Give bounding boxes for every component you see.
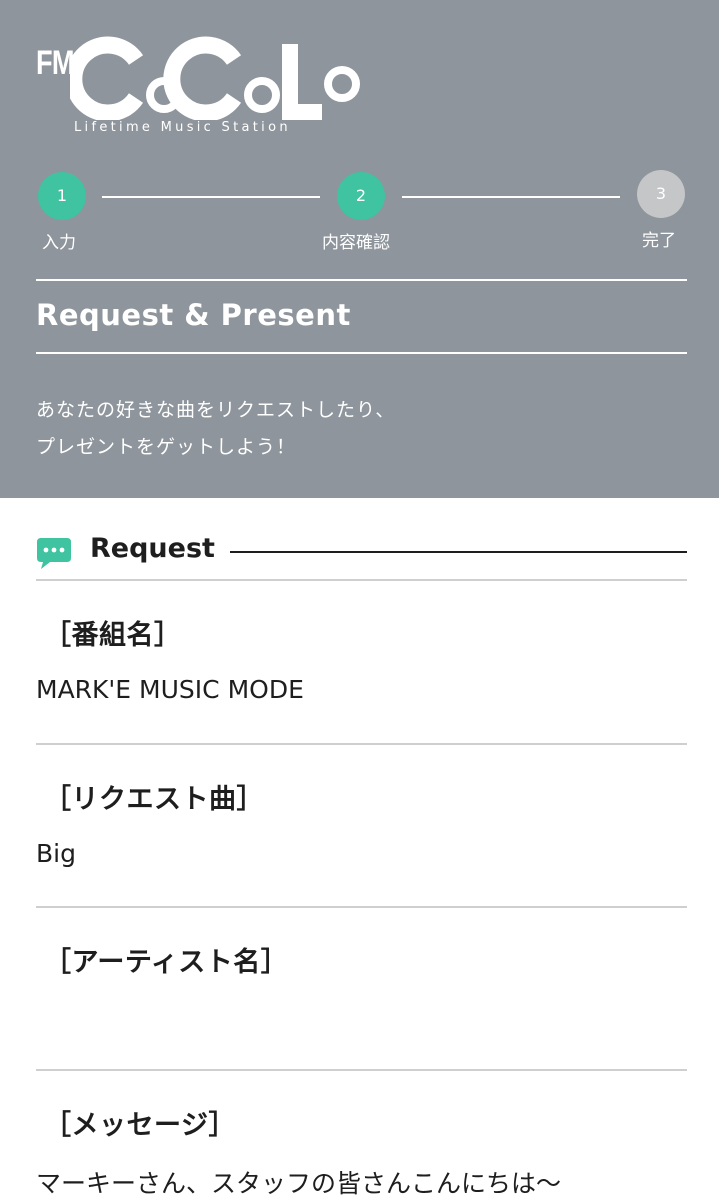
step-1-label: 入力 bbox=[42, 233, 76, 253]
step-3-label: 完了 bbox=[642, 231, 676, 251]
field-divider-4 bbox=[36, 1069, 687, 1071]
field-value-request-song: Big bbox=[36, 839, 76, 868]
field-label-request-song: ［リクエスト曲］ bbox=[44, 784, 264, 815]
description-line-1: あなたの好きな曲をリクエストしたり、 bbox=[36, 399, 396, 421]
header-banner: FM Lifetime Music Station 1 入力 2 内容確認 3 … bbox=[0, 0, 719, 498]
logo-fm-text: FM bbox=[36, 44, 74, 82]
fm-cocolo-logo[interactable]: FM Lifetime Music Station bbox=[36, 36, 360, 140]
section-title-rule bbox=[230, 551, 687, 553]
field-value-program: MARK'E MUSIC MODE bbox=[36, 675, 304, 704]
page-title: Request & Present bbox=[36, 298, 351, 332]
step-connector-2 bbox=[402, 196, 620, 198]
header-description: あなたの好きな曲をリクエストしたり、 プレゼントをゲットしよう！ bbox=[36, 392, 395, 466]
description-line-2: プレゼントをゲットしよう！ bbox=[36, 436, 297, 458]
step-2-label: 内容確認 bbox=[322, 233, 390, 253]
field-label-program: ［番組名］ bbox=[44, 620, 182, 651]
section-title: Request bbox=[90, 533, 215, 564]
header-divider-top bbox=[36, 279, 687, 281]
logo-wordmark bbox=[70, 36, 370, 120]
field-divider-1 bbox=[36, 579, 687, 581]
field-divider-2 bbox=[36, 743, 687, 745]
field-divider-3 bbox=[36, 906, 687, 908]
chat-bubble-icon bbox=[36, 536, 72, 570]
field-value-message: マーキーさん、スタッフの皆さんこんにちは〜 bbox=[36, 1169, 562, 1198]
progress-steps: 1 入力 2 内容確認 3 完了 bbox=[36, 170, 686, 260]
logo-tagline: Lifetime Music Station bbox=[74, 120, 291, 135]
request-section-header: Request bbox=[36, 530, 687, 574]
step-3-circle: 3 bbox=[637, 170, 685, 218]
field-label-message: ［メッセージ］ bbox=[44, 1110, 236, 1141]
field-label-artist: ［アーティスト名］ bbox=[44, 947, 289, 978]
header-divider-bottom bbox=[36, 352, 687, 354]
step-2-circle: 2 bbox=[337, 172, 385, 220]
step-1-circle: 1 bbox=[38, 172, 86, 220]
step-connector-1 bbox=[102, 196, 320, 198]
